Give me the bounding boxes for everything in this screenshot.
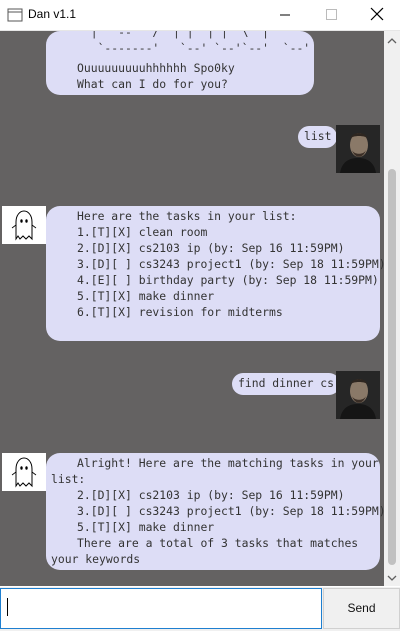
- scrollbar-thumb[interactable]: [388, 169, 396, 565]
- task-line: 2.[D][X] cs2103 ip (by: Sep 16 11:59PM): [77, 241, 345, 255]
- task-line: 5.[T][X] make dinner: [77, 520, 215, 534]
- greeting-text: What can I do for you?: [77, 77, 228, 91]
- input-bar: Send: [0, 587, 400, 631]
- title-bar: Dan v1.1: [0, 0, 400, 31]
- chevron-down-icon: [387, 575, 397, 581]
- user-avatar: [336, 371, 380, 419]
- dan-greeting-bubble: | '--' / | | | | \ | `-------' `--' `--'…: [46, 31, 314, 95]
- dan-avatar: [2, 453, 46, 491]
- reply-line: your keywords: [51, 552, 141, 566]
- task-line: 4.[E][ ] birthday party (by: Sep 18 11:5…: [77, 273, 379, 287]
- maximize-button[interactable]: [308, 0, 354, 30]
- ghost-icon: [2, 453, 46, 491]
- task-line: 2.[D][X] cs2103 ip (by: Sep 16 11:59PM): [77, 488, 345, 502]
- minimize-button[interactable]: [262, 0, 308, 30]
- task-line: 1.[T][X] clean room: [77, 225, 208, 239]
- window-title: Dan v1.1: [28, 7, 77, 21]
- dan-reply-bubble: Here are the tasks in your list: 1.[T][X…: [46, 206, 384, 341]
- maximize-icon: [326, 9, 337, 20]
- user-message-text: find dinner cs: [238, 376, 335, 390]
- chevron-up-icon: [387, 38, 397, 44]
- user-message-bubble: list: [298, 126, 338, 148]
- reply-line: Alright! Here are the matching tasks in …: [77, 456, 379, 470]
- ascii-art-line: | '--' / | | | | \ |: [77, 31, 270, 39]
- chat-scrollbar[interactable]: [384, 31, 400, 586]
- user-message-text: list: [304, 129, 332, 143]
- reply-line: list:: [51, 472, 86, 486]
- close-button[interactable]: [354, 0, 400, 30]
- send-button[interactable]: Send: [323, 588, 400, 629]
- message-input[interactable]: [0, 588, 322, 629]
- scroll-down-button[interactable]: [384, 570, 400, 584]
- ascii-art-line: `-------' `--' `--'`--' `--': [77, 41, 311, 55]
- task-line: 5.[T][X] make dinner: [77, 289, 215, 303]
- ghost-icon: [2, 206, 46, 244]
- chat-pane[interactable]: | '--' / | | | | \ | `-------' `--' `--'…: [0, 31, 384, 586]
- dan-reply-bubble: Alright! Here are the matching tasks in …: [46, 453, 384, 570]
- user-avatar: [336, 125, 380, 173]
- task-line: 3.[D][ ] cs3243 project1 (by: Sep 18 11:…: [77, 504, 384, 518]
- close-icon: [370, 7, 384, 21]
- task-line: 6.[T][X] revision for midterms: [77, 305, 283, 319]
- reply-line: Here are the tasks in your list:: [77, 209, 297, 223]
- greeting-text: Ouuuuuuuuuhhhhhh Spo0ky: [77, 61, 235, 75]
- dan-avatar: [2, 206, 46, 244]
- text-caret: [7, 598, 8, 616]
- app-icon: [7, 7, 23, 27]
- task-line: 3.[D][ ] cs3243 project1 (by: Sep 18 11:…: [77, 257, 384, 271]
- minimize-icon: [280, 14, 290, 16]
- reply-line: There are a total of 3 tasks that matche…: [77, 536, 359, 550]
- scroll-up-button[interactable]: [384, 33, 400, 47]
- user-message-bubble: find dinner cs: [232, 373, 341, 395]
